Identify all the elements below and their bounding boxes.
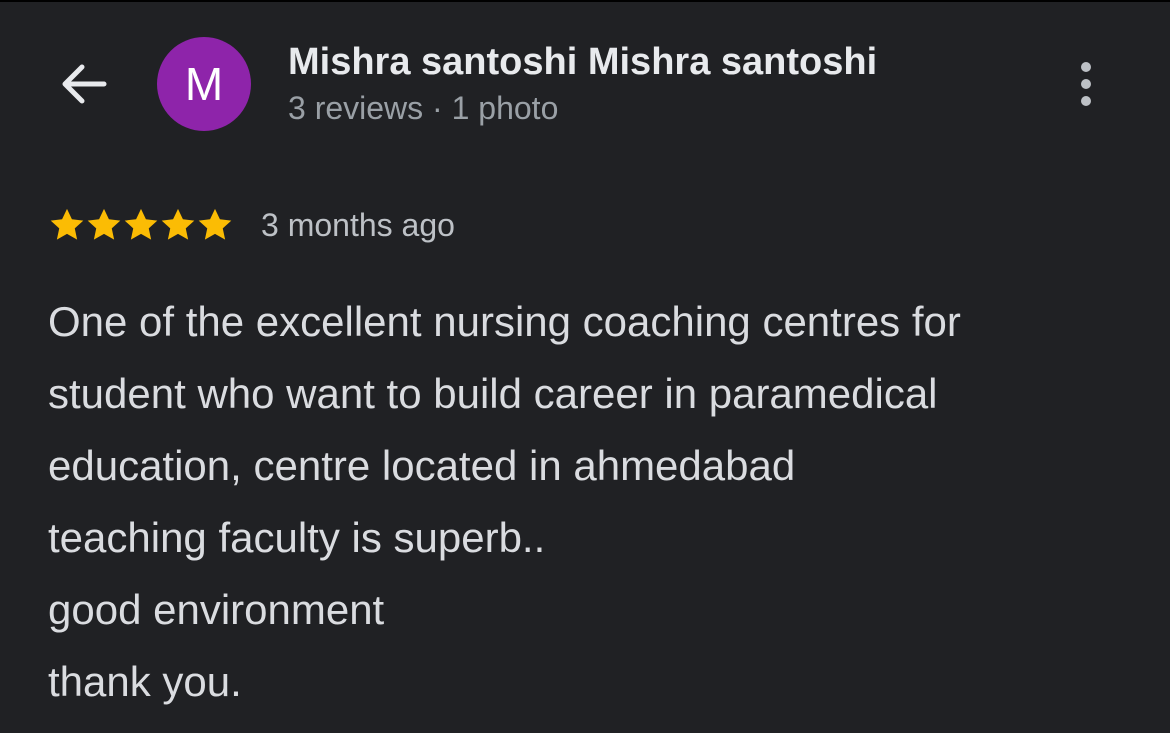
star-icon	[124, 208, 158, 240]
more-vertical-icon	[1081, 62, 1091, 72]
more-vertical-icon-dot	[1081, 96, 1091, 106]
star-rating	[48, 206, 233, 244]
avatar-letter: M	[184, 58, 224, 110]
back-button[interactable]	[52, 56, 116, 112]
reviewer-meta: 3 reviews · 1 photo	[288, 90, 559, 126]
star-icon	[87, 208, 121, 240]
star-icon	[50, 208, 84, 240]
more-vertical-icon-dot	[1081, 79, 1091, 89]
review-text-line: education, centre located in ahmedabad	[48, 442, 796, 489]
more-options-button[interactable]	[1064, 52, 1108, 116]
arrow-back-icon	[62, 64, 107, 104]
review-text-line: teaching faculty is superb..	[48, 514, 546, 561]
avatar[interactable]: M	[157, 37, 251, 131]
star-icon	[161, 208, 195, 240]
review-text: One of the excellent nursing coaching ce…	[48, 286, 1138, 718]
top-divider	[0, 0, 1170, 2]
review-text-line: good environment	[48, 586, 385, 633]
review-text-line: student who want to build career in para…	[48, 370, 938, 417]
rating-row: 3 months ago	[48, 203, 455, 247]
review-text-line: One of the excellent nursing coaching ce…	[48, 298, 961, 345]
review-text-line: thank you.	[48, 658, 242, 705]
star-icon	[198, 208, 232, 240]
reviewer-name[interactable]: Mishra santoshi Mishra santoshi	[288, 40, 877, 84]
review-date: 3 months ago	[261, 206, 455, 243]
